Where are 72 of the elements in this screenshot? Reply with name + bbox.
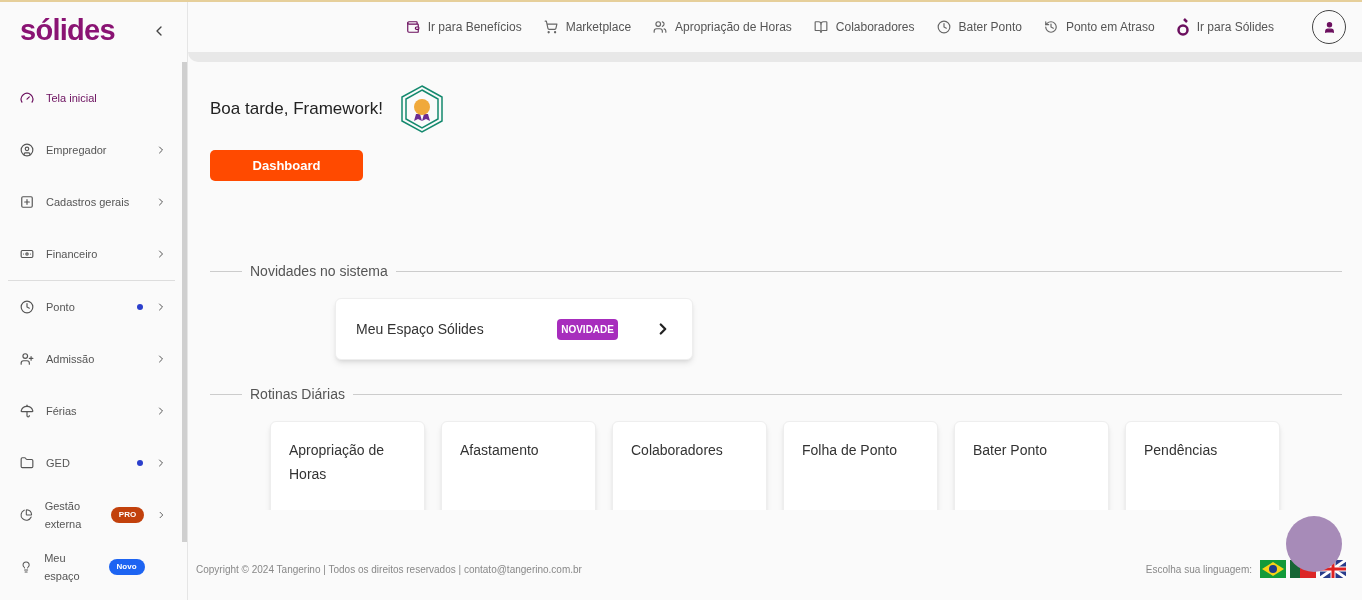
sidebar-label: Financeiro	[46, 247, 98, 262]
routine-card[interactable]: Afastamento	[441, 421, 596, 510]
topbar-link[interactable]: Ponto em Atraso	[1043, 18, 1155, 36]
language-label: Escolha sua linguagem:	[1145, 562, 1252, 577]
history-icon	[1043, 20, 1058, 34]
sidebar-item[interactable]: Férias	[0, 385, 175, 437]
sidebar-label: Gestão externa	[44, 499, 83, 532]
topbar-link[interactable]: Ir para Benefícios	[405, 18, 522, 36]
card-title: Afastamento	[460, 442, 539, 458]
topbar-link[interactable]: Marketplace	[543, 18, 632, 36]
clock-icon	[20, 300, 34, 314]
clock-icon	[936, 20, 951, 34]
topbar-link[interactable]: Colaboradores	[813, 18, 915, 36]
users-icon	[653, 20, 668, 34]
sidebar-label: Tela inicial	[46, 91, 97, 106]
lightbulb-icon	[20, 560, 33, 574]
sidebar-item[interactable]: Empregador	[0, 124, 175, 176]
sidebar-item[interactable]: Ponto	[0, 281, 175, 333]
card-title: Folha de Ponto	[802, 442, 897, 458]
medal-badge-icon	[398, 84, 445, 134]
sidebar-item[interactable]: Gestão externa PRO	[0, 489, 175, 541]
plus-square-icon	[20, 195, 34, 209]
sidebar-label: Férias	[46, 404, 77, 419]
sidebar-item[interactable]: Cadastros gerais	[0, 176, 175, 228]
card-title: Colaboradores	[631, 442, 723, 458]
copyright-text: Copyright © 2024 Tangerino | Todos os direitos reservados | contato@tangerino.com.br	[196, 562, 582, 577]
sidebar-item[interactable]: Meu espaço Novo	[0, 541, 175, 593]
routine-card[interactable]: Colaboradores	[612, 421, 767, 510]
new-tag: NOVIDADE	[557, 318, 618, 340]
folder-icon	[20, 456, 34, 470]
news-card[interactable]: Meu Espaço Sólides NOVIDADE	[335, 298, 693, 360]
sidebar-tag: Novo	[108, 559, 145, 575]
sidebar-item[interactable]: Tela inicial	[0, 72, 175, 124]
routine-card[interactable]: Folha de Ponto	[783, 421, 938, 510]
card-title: Bater Ponto	[973, 442, 1047, 458]
add-user-icon	[20, 352, 34, 366]
book-icon	[813, 20, 828, 34]
sidebar-item[interactable]: Admissão	[0, 333, 175, 385]
sidebar-tag: PRO	[110, 507, 145, 523]
card-title: Pendências	[1144, 442, 1218, 458]
topbar-link[interactable]: Bater Ponto	[936, 18, 1022, 36]
user-circle-icon	[20, 143, 34, 157]
sidebar-label: Meu espaço	[44, 551, 81, 584]
logo[interactable]: sólides	[20, 9, 115, 53]
user-icon	[1322, 20, 1336, 34]
sidebar-item[interactable]: GED	[0, 437, 175, 489]
routine-card[interactable]: Pendências	[1125, 421, 1280, 510]
assistant-avatar[interactable]	[1286, 516, 1342, 572]
ring-icon	[1176, 18, 1189, 36]
gauge-icon	[20, 91, 34, 105]
cart-icon	[543, 20, 558, 34]
sidebar-label: Cadastros gerais	[46, 195, 130, 210]
greeting: Boa tarde, Framework!	[210, 98, 383, 121]
banknote-icon	[20, 247, 34, 261]
section-title: Novidades no sistema	[250, 262, 388, 281]
sidebar-label: Empregador	[46, 143, 107, 158]
routine-card[interactable]: Bater Ponto	[954, 421, 1109, 510]
sidebar-label: GED	[46, 456, 70, 471]
sidebar-label: Admissão	[46, 352, 95, 367]
pie-chart-icon	[20, 508, 33, 522]
flag-icon[interactable]	[1260, 560, 1286, 578]
sidebar-label: Ponto	[46, 300, 75, 315]
wallet-icon	[405, 20, 420, 34]
card-title: Apropriação de Horas	[289, 442, 384, 482]
topbar-link[interactable]: Ir para Sólides	[1176, 18, 1274, 36]
card-title: Meu Espaço Sólides	[356, 319, 485, 339]
section-title: Rotinas Diárias	[250, 385, 345, 404]
scrollbar[interactable]	[182, 62, 187, 542]
sidebar-item[interactable]: Financeiro	[0, 228, 175, 280]
umbrella-icon	[20, 404, 34, 418]
topbar-link[interactable]: Apropriação de Horas	[653, 18, 792, 36]
routine-card[interactable]: Apropriação de Horas	[270, 421, 425, 510]
